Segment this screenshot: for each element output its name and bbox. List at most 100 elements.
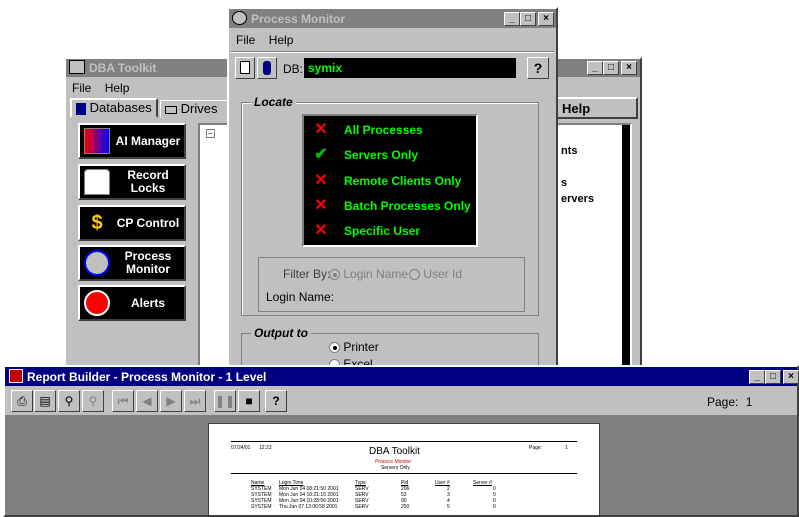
filter-login-name-radio[interactable]: Login Name xyxy=(329,267,408,281)
option-servers-only[interactable]: ✔ Servers Only xyxy=(304,143,478,168)
help-tab[interactable]: Help xyxy=(556,97,638,119)
pm-menubar: File Help xyxy=(236,33,303,47)
filter-user-id-radio[interactable]: User Id xyxy=(409,267,462,281)
minimize-button[interactable]: _ xyxy=(504,12,520,26)
database-button[interactable] xyxy=(257,57,277,79)
next-page-icon[interactable]: ▶ xyxy=(160,390,182,412)
report-toolbar: ⎙ ▤ ⚲ ⚲ ⏮ ◀ ▶ ⏭ ❚❚ ■ ? Page: 1 xyxy=(5,387,797,415)
locate-label: Locate xyxy=(251,95,296,109)
stop-icon[interactable]: ■ xyxy=(238,390,260,412)
help-arrow-icon: ? xyxy=(533,60,543,76)
dba-menubar: File Help xyxy=(72,81,139,95)
tree-scrollbar[interactable] xyxy=(622,125,630,365)
tab-drives[interactable]: Drives xyxy=(160,100,228,118)
menu-help[interactable]: Help xyxy=(105,81,130,95)
x-icon: ✕ xyxy=(314,222,328,239)
database-icon xyxy=(263,61,271,75)
tab-databases[interactable]: Databases xyxy=(70,98,158,118)
option-batch-processes-only[interactable]: ✕ Batch Processes Only xyxy=(304,194,478,219)
option-specific-user[interactable]: ✕ Specific User xyxy=(304,219,478,244)
report-builder-titlebar[interactable]: Report Builder - Process Monitor - 1 Lev… xyxy=(5,367,799,386)
report-page-label: Page: xyxy=(529,445,543,451)
report-title: DBA Toolkit xyxy=(369,446,420,457)
close-button[interactable]: × xyxy=(538,12,554,26)
lock-icon xyxy=(84,169,110,195)
alerts-button[interactable]: Alerts xyxy=(78,285,186,321)
process-monitor-button[interactable]: Process Monitor xyxy=(78,245,186,281)
page-indicator: Page: 1 xyxy=(707,395,753,409)
process-monitor-icon xyxy=(84,250,110,276)
menu-file[interactable]: File xyxy=(236,33,255,47)
ai-manager-icon xyxy=(84,128,110,154)
zoom-icon[interactable]: ⚲ xyxy=(58,390,80,412)
login-name-label: Login Name: xyxy=(266,290,335,304)
report-header-rule xyxy=(231,473,577,474)
magnifier-icon xyxy=(240,61,250,74)
filter-by-label: Filter By: xyxy=(283,267,331,281)
report-page-num: 1 xyxy=(565,445,568,451)
cp-control-icon: $ xyxy=(91,212,103,234)
report-preview-area[interactable]: 07/24/01 12:23 DBA Toolkit Page: 1 Proce… xyxy=(5,415,797,515)
print-icon[interactable]: ⎙ xyxy=(11,390,33,412)
alerts-icon xyxy=(84,290,110,316)
report-date: 07/24/01 xyxy=(231,445,251,451)
app-icon xyxy=(69,60,85,74)
report-top-rule xyxy=(231,441,577,442)
x-icon: ✕ xyxy=(314,121,328,138)
cp-control-button[interactable]: $ CP Control xyxy=(78,205,186,241)
drive-icon xyxy=(165,105,177,114)
last-page-icon[interactable]: ⏭ xyxy=(184,390,206,412)
db-field[interactable]: symix xyxy=(304,58,516,78)
option-remote-clients-only[interactable]: ✕ Remote Clients Only xyxy=(304,169,478,194)
record-locks-button[interactable]: Record Locks xyxy=(78,164,186,200)
x-icon: ✕ xyxy=(314,172,328,189)
page-setup-icon[interactable]: ▤ xyxy=(34,390,56,412)
app-icon xyxy=(9,369,23,383)
window-title: DBA Toolkit xyxy=(89,61,157,75)
minimize-button[interactable]: _ xyxy=(587,61,603,75)
window-title: Process Monitor xyxy=(251,12,346,26)
first-page-icon[interactable]: ⏮ xyxy=(112,390,134,412)
table-row: SYSTEM xyxy=(251,504,272,510)
menu-file[interactable]: File xyxy=(72,81,91,95)
process-monitor-window: Process Monitor _ □ × File Help DB: symi… xyxy=(227,7,558,373)
output-printer-radio[interactable]: Printer xyxy=(329,340,379,354)
side-text-1: nts xyxy=(561,145,578,157)
preview-button[interactable] xyxy=(235,57,255,79)
maximize-button[interactable]: □ xyxy=(765,370,781,384)
prev-page-icon[interactable]: ◀ xyxy=(136,390,158,412)
search-icon[interactable]: ⚲ xyxy=(82,390,104,412)
app-icon xyxy=(232,11,247,25)
report-builder-window: Report Builder - Process Monitor - 1 Lev… xyxy=(3,365,799,517)
pause-icon[interactable]: ❚❚ xyxy=(214,390,236,412)
close-button[interactable]: × xyxy=(783,370,799,384)
maximize-button[interactable]: □ xyxy=(603,61,619,75)
maximize-button[interactable]: □ xyxy=(520,12,536,26)
ai-manager-button[interactable]: AI Manager xyxy=(78,123,186,159)
minimize-button[interactable]: _ xyxy=(749,370,765,384)
x-icon: ✕ xyxy=(314,197,328,214)
report-table: Name Login Time Type Pid User # Server #… xyxy=(251,480,496,510)
option-all-processes[interactable]: ✕ All Processes xyxy=(304,118,478,143)
radio-icon xyxy=(329,342,340,354)
side-text-3: ervers xyxy=(561,193,595,205)
locate-options-panel: ✕ All Processes ✔ Servers Only ✕ Remote … xyxy=(302,114,478,247)
report-subtitle2: Servers Only xyxy=(381,465,410,471)
side-text-2: s xyxy=(561,177,568,189)
toolbar-divider xyxy=(231,51,554,53)
report-page: 07/24/01 12:23 DBA Toolkit Page: 1 Proce… xyxy=(208,423,600,515)
context-help-button[interactable]: ? xyxy=(527,57,549,79)
radio-icon xyxy=(329,269,340,281)
database-icon xyxy=(76,102,86,115)
output-label: Output to xyxy=(251,326,311,340)
radio-icon xyxy=(409,269,420,281)
window-title: Report Builder - Process Monitor - 1 Lev… xyxy=(27,370,267,384)
help-icon[interactable]: ? xyxy=(265,390,287,412)
collapse-icon[interactable]: − xyxy=(206,129,215,138)
check-icon: ✔ xyxy=(314,146,328,163)
db-label: DB: xyxy=(283,62,304,76)
process-monitor-titlebar[interactable]: Process Monitor _ □ × xyxy=(229,9,556,28)
report-time: 12:23 xyxy=(259,445,272,451)
menu-help[interactable]: Help xyxy=(269,33,294,47)
close-button[interactable]: × xyxy=(621,61,637,75)
